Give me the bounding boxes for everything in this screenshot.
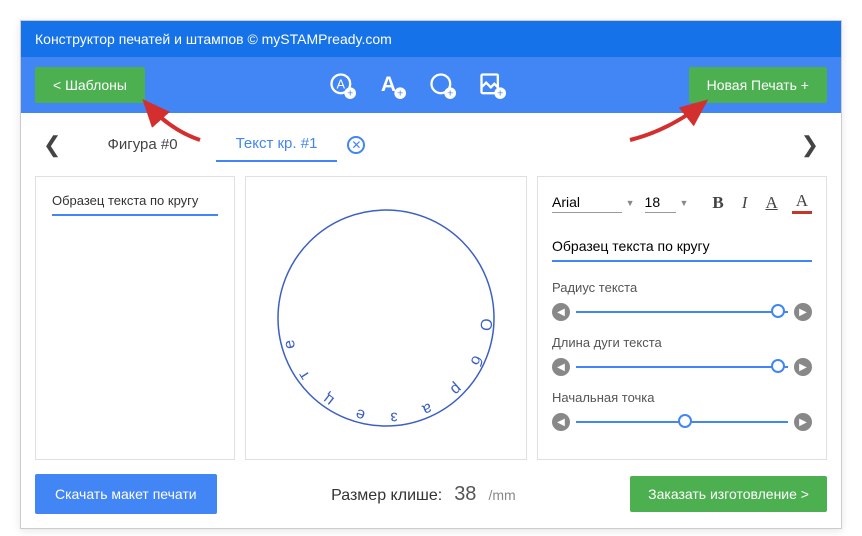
start-label: Начальная точка [552, 390, 812, 405]
tab-close-icon[interactable]: ✕ [347, 136, 365, 154]
svg-text:A: A [381, 73, 396, 96]
panel-left: Образец текста по кругу [35, 176, 235, 460]
app-header: Конструктор печатей и штампов © mySTAMPr… [21, 21, 841, 57]
size-label: Размер клише: [331, 487, 442, 505]
shape-add-icon[interactable]: + [428, 71, 456, 99]
image-add-icon[interactable]: + [478, 71, 506, 99]
size-select[interactable]: 18 [645, 192, 676, 213]
circle-text-input[interactable] [552, 232, 812, 262]
tab-figure[interactable]: Фигура #0 [87, 128, 197, 161]
start-inc-button[interactable]: ▶ [794, 413, 812, 431]
text-add-icon[interactable]: A+ [378, 71, 406, 99]
footer: Скачать макет печати Размер клише: 38 /m… [21, 460, 841, 528]
circle-preview: О б р а з е ц т е к с т а п о к р у г у [271, 203, 501, 433]
tabs-row: ❮ Фигура #0 Текст кр. #1 ✕ ❯ [21, 113, 841, 176]
size-unit: /mm [488, 487, 515, 503]
radius-dec-button[interactable]: ◀ [552, 303, 570, 321]
circle-text-icon[interactable]: A+ [328, 71, 356, 99]
underline-button[interactable]: A [761, 193, 781, 213]
panel-right: Arial ▼ 18 ▼ B I A A Радиус текста ◀ ▶ [537, 176, 827, 460]
arc-slider[interactable] [576, 366, 788, 368]
order-button[interactable]: Заказать изготовление > [630, 476, 827, 512]
toolbar-icons: A+ A+ + + [328, 71, 506, 99]
arc-label: Длина дуги текста [552, 335, 812, 350]
header-title: Конструктор печатей и штампов © mySTAMPr… [35, 31, 392, 47]
new-stamp-button[interactable]: Новая Печать + [689, 67, 827, 103]
text-color-button[interactable]: A [792, 191, 812, 214]
font-select[interactable]: Arial [552, 192, 622, 213]
svg-text:О б р а з е ц т е к с т а: О б р а з е ц т е к с т а п о к р у г у [271, 203, 495, 426]
svg-text:A: A [336, 77, 345, 92]
arc-inc-button[interactable]: ▶ [794, 358, 812, 376]
tab-prev-icon[interactable]: ❮ [35, 132, 69, 158]
svg-text:+: + [497, 88, 503, 99]
size-caret-icon: ▼ [680, 198, 689, 208]
tab-text[interactable]: Текст кр. #1 [216, 127, 338, 162]
svg-text:+: + [397, 88, 403, 99]
download-button[interactable]: Скачать макет печати [35, 474, 217, 514]
panel-preview: О б р а з е ц т е к с т а п о к р у г у [245, 176, 527, 460]
radius-slider[interactable] [576, 311, 788, 313]
start-dec-button[interactable]: ◀ [552, 413, 570, 431]
bold-button[interactable]: B [708, 193, 727, 213]
italic-button[interactable]: I [738, 193, 752, 213]
svg-text:+: + [347, 88, 353, 99]
templates-button[interactable]: < Шаблоны [35, 67, 145, 103]
toolbar: < Шаблоны A+ A+ + + Новая Печать + [21, 57, 841, 113]
radius-label: Радиус текста [552, 280, 812, 295]
start-slider[interactable] [576, 421, 788, 423]
size-value: 38 [450, 483, 480, 506]
sample-text-label: Образец текста по кругу [52, 193, 218, 216]
size-info: Размер клише: 38 /mm [331, 483, 516, 506]
tab-next-icon[interactable]: ❯ [793, 132, 827, 158]
arc-dec-button[interactable]: ◀ [552, 358, 570, 376]
radius-inc-button[interactable]: ▶ [794, 303, 812, 321]
font-caret-icon: ▼ [626, 198, 635, 208]
svg-text:+: + [447, 88, 453, 99]
